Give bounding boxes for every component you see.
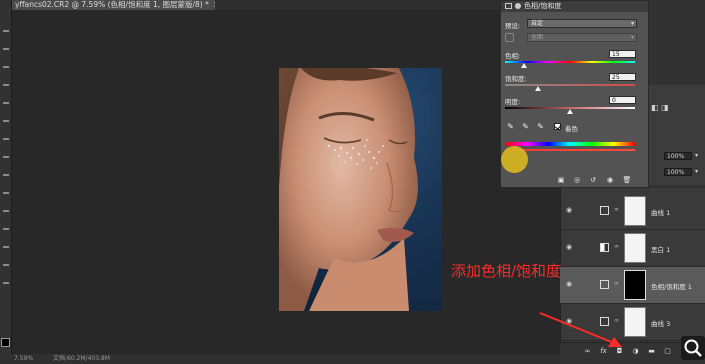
opacity-input[interactable]: 100% — [664, 152, 692, 160]
tool-icon[interactable] — [3, 282, 9, 284]
link-icon[interactable]: ∞ — [614, 206, 619, 213]
link-icon[interactable]: ∞ — [614, 280, 619, 287]
properties-title: 色相/饱和度 — [524, 2, 562, 10]
mask-icon[interactable] — [515, 3, 521, 9]
visibility-eye-icon[interactable]: ◉ — [566, 280, 572, 288]
saturation-input[interactable]: 25 — [609, 73, 636, 81]
layer-name[interactable]: 黑白 1 — [651, 244, 670, 254]
input-spectrum-bar — [505, 142, 635, 146]
saturation-slider[interactable] — [505, 84, 635, 86]
layer-mask-thumbnail[interactable] — [624, 196, 646, 226]
channel-value: 全图 — [531, 34, 544, 41]
tool-icon[interactable] — [3, 156, 9, 158]
lightness-input[interactable]: 0 — [609, 96, 636, 104]
visibility-eye-icon[interactable]: ◉ — [605, 176, 615, 185]
fill-input[interactable]: 100% — [664, 168, 692, 176]
colorize-label: 着色 — [565, 125, 578, 133]
annotation-arrow-icon — [539, 312, 622, 347]
zoom-readout[interactable]: 7.59% — [14, 355, 33, 362]
document-info: 文档:60.2M/403.8M — [52, 355, 110, 362]
status-bar: 7.59% 文档:60.2M/403.8M — [0, 354, 560, 364]
black-white-adjustment-icon — [600, 243, 609, 252]
eyedropper-add-icon[interactable]: ✎ — [521, 122, 530, 131]
tool-icon[interactable] — [3, 138, 9, 140]
tool-icon[interactable] — [3, 192, 9, 194]
channel-select[interactable]: 全图 ▾ — [527, 33, 637, 42]
link-icon[interactable]: ∞ — [614, 243, 619, 250]
tool-icon[interactable] — [3, 174, 9, 176]
hue-slider-thumb[interactable] — [521, 63, 527, 68]
tool-icon[interactable] — [3, 264, 9, 266]
tool-icon[interactable] — [3, 228, 9, 230]
tool-icon[interactable] — [3, 84, 9, 86]
tool-icon[interactable] — [3, 120, 9, 122]
tool-icon[interactable] — [3, 246, 9, 248]
saturation-label: 饱和度: — [505, 75, 527, 83]
hue-label: 色相: — [505, 52, 521, 60]
new-layer-icon[interactable]: ▢ — [662, 346, 673, 357]
clip-to-layer-icon[interactable]: ▣ — [556, 176, 566, 185]
tool-icon[interactable] — [3, 102, 9, 104]
search-icon[interactable] — [681, 336, 705, 360]
chevron-down-icon[interactable]: ▾ — [695, 168, 698, 175]
magnifier-glyph — [684, 339, 702, 357]
tools-panel — [0, 0, 12, 364]
hand-adjust-icon[interactable] — [505, 33, 514, 42]
chevron-down-icon: ▾ — [630, 34, 634, 41]
tool-icon[interactable] — [3, 48, 9, 50]
tool-icon[interactable] — [3, 210, 9, 212]
layer-name[interactable]: 色相/饱和度 1 — [651, 281, 692, 291]
visibility-eye-icon[interactable]: ◉ — [566, 206, 572, 214]
layer-mask-thumbnail[interactable] — [624, 270, 646, 300]
document-tab[interactable]: yffancs02.CR2 @ 7.59% (色相/饱和度 1, 图层蒙版/8)… — [12, 0, 215, 10]
eyedropper-icon[interactable]: ✎ — [506, 122, 515, 131]
chevron-down-icon[interactable]: ▾ — [695, 152, 698, 159]
tab-strip — [215, 0, 500, 10]
chevron-down-icon: ▾ — [630, 20, 634, 27]
new-group-icon[interactable]: ▬ — [646, 346, 657, 357]
document-image[interactable] — [279, 68, 442, 311]
preset-label: 预设: — [505, 22, 521, 30]
lightness-label: 明度: — [505, 98, 521, 106]
portrait-photo — [279, 68, 418, 311]
cursor-highlight — [501, 146, 528, 173]
tool-icon[interactable] — [3, 66, 9, 68]
layer-mask-thumbnail[interactable] — [624, 233, 646, 263]
eyedropper-subtract-icon[interactable]: ✎ — [536, 122, 545, 131]
colorize-checkbox[interactable] — [554, 123, 561, 130]
tutorial-annotation: 添加色相/饱和度 — [451, 262, 562, 280]
layer-name[interactable]: 曲线 1 — [651, 207, 670, 217]
new-adjustment-layer-icon[interactable]: ◑ — [630, 346, 641, 357]
delete-icon[interactable]: 🗑 — [622, 176, 632, 185]
document-tab-title: yffancs02.CR2 @ 7.59% (色相/饱和度 1, 图层蒙版/8)… — [15, 0, 209, 9]
hue-saturation-adjustment-icon — [600, 280, 609, 289]
lightness-slider-thumb[interactable] — [567, 109, 573, 114]
view-previous-icon[interactable]: ◎ — [572, 176, 582, 185]
tool-icon[interactable] — [3, 30, 9, 32]
properties-header: 色相/饱和度 — [501, 1, 648, 12]
saturation-slider-thumb[interactable] — [535, 86, 541, 91]
preset-value: 自定 — [531, 20, 544, 27]
panel-icon[interactable]: ◧ ◨ — [651, 103, 669, 112]
adjustment-icon — [505, 3, 512, 9]
layer-name[interactable]: 曲线 3 — [651, 318, 670, 328]
preset-select[interactable]: 自定 ▾ — [527, 19, 637, 28]
curves-adjustment-icon — [600, 206, 609, 215]
visibility-eye-icon[interactable]: ◉ — [566, 243, 572, 251]
reset-icon[interactable]: ↺ — [588, 176, 598, 185]
foreground-color-swatch[interactable] — [1, 338, 10, 347]
hue-input[interactable]: 15 — [609, 50, 636, 58]
